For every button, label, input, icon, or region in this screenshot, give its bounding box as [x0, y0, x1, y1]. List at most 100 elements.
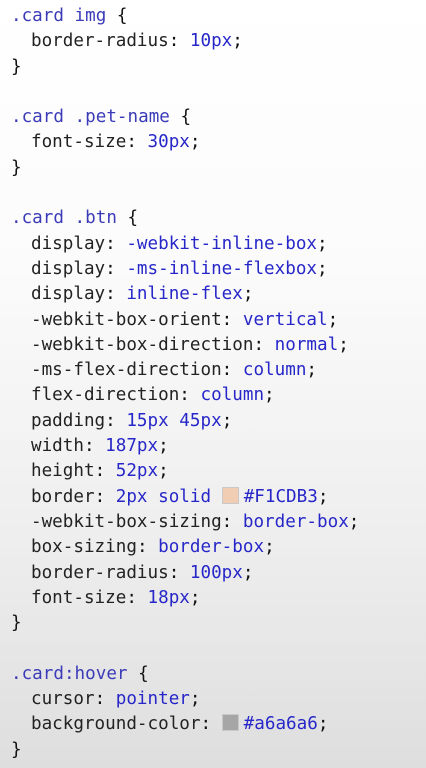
colon: : — [136, 537, 159, 558]
css-value: normal — [274, 334, 339, 355]
code-line[interactable]: } — [11, 156, 426, 181]
code-line[interactable]: padding: 15px 45px; — [11, 409, 426, 434]
css-property: -webkit-box-sizing — [31, 511, 222, 532]
css-property: padding — [31, 410, 106, 431]
semicolon: ; — [317, 233, 328, 254]
colon: : — [105, 258, 127, 279]
colon: : — [200, 714, 222, 735]
css-selector: .card .pet-name — [11, 107, 170, 128]
css-value: 100px — [189, 562, 243, 583]
css-value: pointer — [115, 689, 190, 710]
css-property: font-size — [31, 132, 127, 153]
css-property: background-color — [31, 714, 201, 735]
code-line[interactable] — [11, 80, 426, 105]
css-property: box-sizing — [31, 537, 137, 558]
semicolon: ; — [221, 410, 233, 431]
open-brace: { — [127, 663, 149, 684]
code-line[interactable]: .card img { — [11, 4, 426, 29]
css-value: vertical — [242, 309, 328, 330]
code-line[interactable]: } — [11, 611, 426, 636]
css-property: -ms-flex-direction — [31, 360, 222, 381]
css-value: 10px — [189, 31, 233, 52]
close-brace: } — [11, 56, 22, 77]
colon: : — [105, 410, 127, 431]
semicolon: ; — [338, 334, 349, 355]
semicolon: ; — [242, 562, 254, 583]
semicolon: ; — [264, 385, 275, 406]
css-property: border-radius — [31, 562, 169, 583]
code-line[interactable]: width: 187px; — [11, 434, 426, 459]
code-line[interactable]: height: 52px; — [11, 459, 426, 484]
css-color-value: #F1CDB3 — [243, 486, 318, 507]
code-line[interactable]: -webkit-box-sizing: border-box; — [11, 510, 426, 535]
css-value: column — [200, 385, 265, 406]
code-line[interactable]: border-radius: 10px; — [11, 29, 426, 54]
open-brace: { — [106, 6, 128, 26]
colon: : — [126, 132, 148, 153]
colon: : — [83, 436, 106, 457]
code-line[interactable]: cursor: pointer; — [11, 687, 426, 712]
colon: : — [94, 461, 116, 482]
css-value: 2px solid — [115, 486, 222, 507]
css-value: -webkit-inline-box — [126, 233, 318, 254]
css-selector: .card img — [11, 6, 107, 26]
color-swatch-icon[interactable] — [221, 486, 239, 504]
colon: : — [105, 233, 127, 254]
code-editor[interactable]: .card img {border-radius: 10px;} .card .… — [11, 4, 426, 763]
css-value: inline-flex — [126, 284, 243, 305]
semicolon: ; — [232, 31, 243, 52]
semicolon: ; — [264, 537, 275, 558]
semicolon: ; — [348, 511, 360, 532]
css-selector: .card:hover — [11, 663, 128, 684]
code-line[interactable]: background-color: #a6a6a6; — [11, 712, 426, 737]
semicolon: ; — [317, 486, 329, 507]
css-property: height — [31, 461, 95, 482]
code-line[interactable] — [11, 636, 426, 661]
css-property: width — [31, 436, 84, 457]
css-property: font-size — [31, 587, 127, 608]
code-line[interactable]: display: inline-flex; — [11, 282, 426, 307]
open-brace: { — [116, 208, 139, 229]
code-line[interactable]: box-sizing: border-box; — [11, 535, 426, 560]
semicolon: ; — [189, 587, 201, 608]
css-property: -webkit-box-orient — [31, 309, 222, 330]
colon: : — [168, 31, 190, 52]
css-value: 18px — [147, 587, 190, 608]
css-value: -ms-inline-flexbox — [126, 258, 318, 279]
code-line[interactable]: } — [11, 55, 426, 80]
semicolon: ; — [189, 132, 201, 153]
colon: : — [221, 511, 243, 532]
colon: : — [126, 587, 148, 608]
code-line[interactable]: .card .btn { — [11, 206, 426, 231]
colon: : — [179, 385, 201, 406]
css-value: column — [242, 360, 307, 381]
colon: : — [221, 309, 243, 330]
css-property: display — [31, 284, 106, 305]
code-line[interactable]: display: -webkit-inline-box; — [11, 232, 426, 257]
css-value: 52px — [115, 461, 159, 482]
css-value: 187px — [105, 436, 159, 457]
code-line[interactable]: -webkit-box-orient: vertical; — [11, 308, 426, 333]
code-line[interactable]: border-radius: 100px; — [11, 561, 426, 586]
code-line[interactable]: -webkit-box-direction: normal; — [11, 333, 426, 358]
code-line[interactable]: .card:hover { — [11, 662, 426, 687]
code-line[interactable]: display: -ms-inline-flexbox; — [11, 257, 426, 282]
code-line[interactable]: border: 2px solid #F1CDB3; — [11, 485, 426, 510]
colon: : — [253, 334, 275, 355]
semicolon: ; — [327, 309, 339, 330]
semicolon: ; — [189, 689, 201, 710]
semicolon: ; — [158, 436, 169, 457]
semicolon: ; — [158, 461, 169, 482]
css-property: display — [31, 258, 106, 279]
code-line[interactable]: -ms-flex-direction: column; — [11, 358, 426, 383]
colon: : — [168, 562, 190, 583]
color-swatch-icon[interactable] — [221, 714, 239, 732]
code-line[interactable]: font-size: 18px; — [11, 586, 426, 611]
code-line[interactable]: } — [11, 738, 426, 763]
code-line[interactable]: flex-direction: column; — [11, 383, 426, 408]
css-color-value: #a6a6a6 — [243, 714, 318, 735]
code-line[interactable]: .card .pet-name { — [11, 105, 426, 130]
open-brace: { — [169, 107, 192, 128]
code-line[interactable]: font-size: 30px; — [11, 130, 426, 155]
code-line[interactable] — [11, 181, 426, 206]
